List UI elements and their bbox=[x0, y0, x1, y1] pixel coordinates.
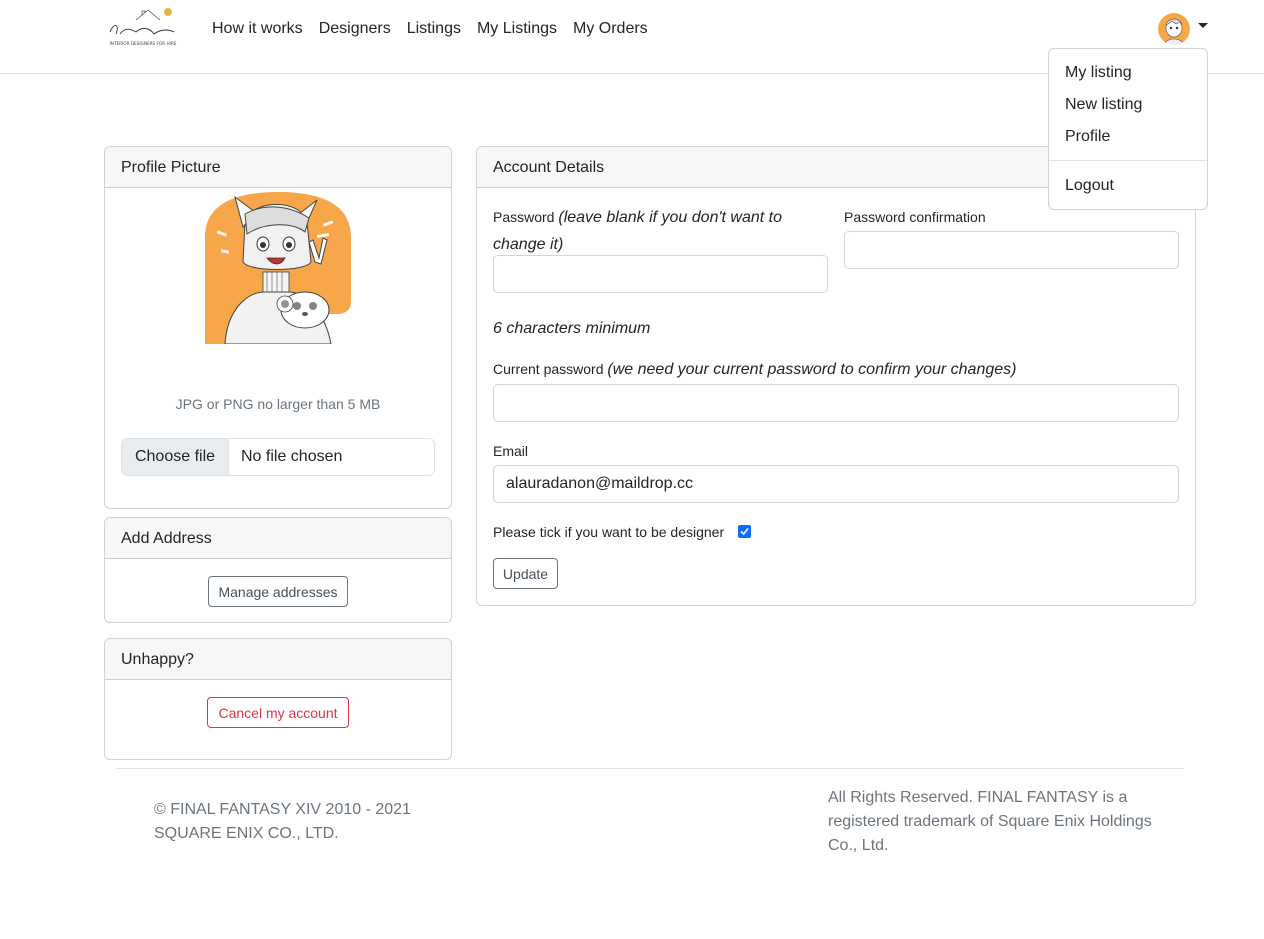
dropdown-item-new-listing[interactable]: New listing bbox=[1065, 95, 1142, 115]
user-menu-caret-icon[interactable] bbox=[1198, 23, 1208, 28]
footer-divider bbox=[116, 768, 1184, 769]
password-input[interactable] bbox=[493, 255, 828, 293]
update-button[interactable]: Update bbox=[493, 558, 558, 589]
manage-addresses-button[interactable]: Manage addresses bbox=[208, 576, 348, 607]
password-label-group: Password (leave blank if you don't want … bbox=[493, 204, 813, 258]
password-label: Password bbox=[493, 209, 555, 225]
unhappy-card: Unhappy? Cancel my account bbox=[104, 638, 452, 760]
nav-link-designers[interactable]: Designers bbox=[311, 19, 399, 39]
add-address-card-title: Add Address bbox=[105, 518, 451, 559]
designer-checkbox[interactable] bbox=[738, 525, 751, 538]
dropdown-item-profile[interactable]: Profile bbox=[1065, 127, 1110, 147]
profile-picture-card: Profile Picture JPG or PNG no larger tha… bbox=[104, 146, 452, 509]
dropdown-divider bbox=[1049, 160, 1207, 161]
checkmark-icon bbox=[740, 527, 749, 536]
password-confirmation-input[interactable] bbox=[844, 231, 1179, 269]
current-password-label-group: Current password (we need your current p… bbox=[493, 359, 1016, 380]
file-format-hint: JPG or PNG no larger than 5 MB bbox=[175, 396, 381, 412]
logo-subtitle: INTERIOR DESIGNERS FOR HIRE bbox=[110, 41, 177, 46]
designer-checkbox-label: Please tick if you want to be designer bbox=[493, 524, 725, 540]
profile-picture-file-input[interactable]: Choose file No file chosen bbox=[121, 438, 435, 476]
email-input[interactable]: alauradanon@maildrop.cc bbox=[493, 465, 1179, 503]
cancel-account-button[interactable]: Cancel my account bbox=[207, 697, 349, 728]
add-address-card: Add Address Manage addresses bbox=[104, 517, 452, 623]
user-dropdown-menu: My listing New listing Profile Logout bbox=[1048, 48, 1208, 210]
current-password-note: (we need your current password to confir… bbox=[607, 361, 1017, 378]
nav-link-my-listings[interactable]: My Listings bbox=[469, 19, 565, 39]
email-label: Email bbox=[493, 443, 529, 459]
password-confirmation-label: Password confirmation bbox=[844, 209, 986, 225]
profile-picture-image bbox=[205, 192, 351, 345]
account-details-card: Account Details Password (leave blank if… bbox=[476, 146, 1196, 606]
nav-links: How it works Designers Listings My Listi… bbox=[204, 19, 656, 39]
file-name-text: No file chosen bbox=[241, 448, 343, 465]
brand-logo[interactable]: INTERIOR DESIGNERS FOR HIRE bbox=[102, 4, 184, 48]
choose-file-button[interactable]: Choose file bbox=[122, 439, 229, 475]
nav-link-how-it-works[interactable]: How it works bbox=[204, 19, 311, 39]
min-chars-hint: 6 characters minimum bbox=[493, 320, 651, 337]
footer-copyright: © FINAL FANTASY XIV 2010 - 2021 SQUARE E… bbox=[154, 801, 411, 842]
current-password-label: Current password bbox=[493, 361, 604, 377]
profile-picture-card-title: Profile Picture bbox=[105, 147, 451, 188]
user-avatar[interactable] bbox=[1158, 13, 1190, 45]
nav-link-listings[interactable]: Listings bbox=[399, 19, 469, 39]
dropdown-item-logout[interactable]: Logout bbox=[1065, 176, 1114, 196]
dropdown-item-my-listing[interactable]: My listing bbox=[1065, 63, 1132, 83]
nav-link-my-orders[interactable]: My Orders bbox=[565, 19, 656, 39]
current-password-input[interactable] bbox=[493, 384, 1179, 422]
unhappy-card-title: Unhappy? bbox=[105, 639, 451, 680]
footer-trademark: All Rights Reserved. FINAL FANTASY is a … bbox=[828, 789, 1152, 854]
